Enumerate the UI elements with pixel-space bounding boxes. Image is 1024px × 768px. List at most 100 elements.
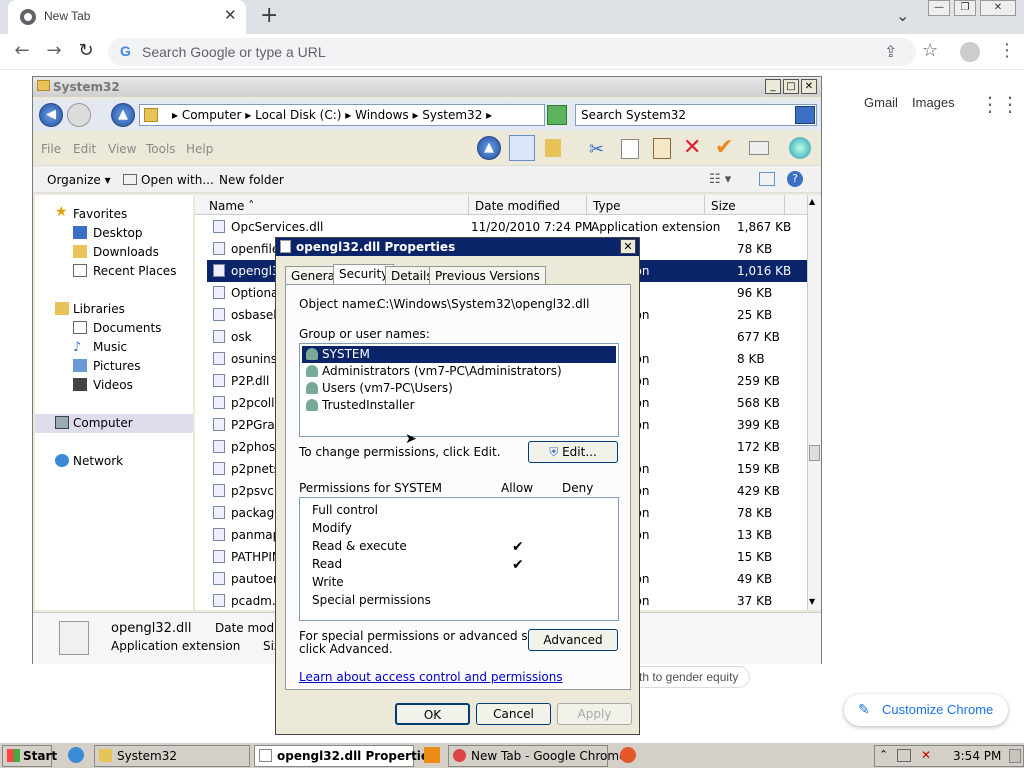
taskbar-item-chrome[interactable]: New Tab - Google Chrome — [448, 745, 626, 767]
learn-link[interactable]: Learn about access control and permissio… — [299, 670, 563, 684]
globe-icon[interactable] — [789, 137, 811, 159]
show-desktop-button[interactable] — [1009, 749, 1021, 763]
reload-icon[interactable]: ↻ — [74, 40, 98, 61]
view-options-icon[interactable]: ☷ ▾ — [709, 172, 731, 187]
folder-options-icon[interactable] — [545, 139, 561, 157]
scroll-thumb[interactable] — [809, 445, 820, 461]
scroll-up-icon[interactable]: ▲ — [809, 197, 815, 206]
user-trustedinstaller[interactable]: TrustedInstaller — [302, 397, 616, 414]
search-icon[interactable] — [795, 106, 815, 124]
menu-help[interactable]: Help — [186, 142, 213, 156]
volume-muted-icon[interactable]: ✕ — [921, 748, 931, 762]
tab-close-icon[interactable]: ✕ — [224, 6, 237, 24]
explorer-close-button[interactable]: ✕ — [801, 79, 817, 94]
nav-music[interactable]: ♪ Music — [35, 338, 193, 357]
column-size[interactable]: Size — [705, 195, 785, 215]
cancel-button[interactable]: Cancel — [476, 703, 551, 725]
new-folder-button[interactable]: New folder — [219, 173, 284, 187]
tab-search-icon[interactable]: ⌄ — [896, 6, 909, 25]
libraries-icon — [55, 302, 69, 315]
cut-icon[interactable]: ✂ — [589, 139, 604, 160]
menu-file[interactable]: File — [41, 142, 61, 156]
omnibox[interactable]: G Search Google or type a URL — [108, 38, 916, 66]
explorer-forward-icon[interactable] — [67, 103, 91, 127]
tab-previous-versions[interactable]: Previous Versions — [429, 266, 546, 284]
nav-network[interactable]: Network — [35, 452, 193, 471]
explorer-maximize-button[interactable]: □ — [783, 79, 799, 94]
taskbar-item-properties[interactable]: opengl32.dll Properties — [254, 745, 436, 767]
tray-expand-icon[interactable]: ⌃ — [879, 748, 888, 761]
nav-computer[interactable]: Computer — [35, 414, 193, 433]
explorer-minimize-button[interactable]: _ — [765, 79, 781, 94]
internet-explorer-icon[interactable] — [68, 747, 84, 763]
back-arrow-icon[interactable]: ← — [10, 40, 34, 61]
ok-button[interactable]: OK — [395, 703, 470, 725]
menu-tools[interactable]: Tools — [146, 142, 176, 156]
checkmark-icon[interactable]: ✔ — [715, 135, 733, 160]
scroll-down-icon[interactable]: ▼ — [809, 597, 815, 606]
help-icon[interactable]: ? — [787, 171, 803, 187]
nav-recent-places[interactable]: Recent Places — [35, 262, 193, 281]
table-row[interactable]: OpcServices.dll 11/20/2010 7:24 PM Applica… — [207, 216, 807, 238]
network-tray-icon[interactable] — [897, 749, 911, 762]
tab-new-tab[interactable]: New Tab ✕ — [8, 0, 246, 34]
preview-toggle-icon[interactable] — [759, 172, 775, 186]
object-name-label: Object name: — [299, 297, 380, 311]
file-size: 429 KB — [737, 484, 780, 498]
gmail-link[interactable]: Gmail — [864, 95, 898, 110]
column-date[interactable]: Date modified — [469, 195, 587, 215]
breadcrumb[interactable]: ▸ Computer ▸ Local Disk (C:) ▸ Windows ▸… — [139, 104, 545, 126]
restore-button[interactable]: ❐ — [954, 0, 976, 16]
explorer-address-bar: ◀ ▲ ▸ Computer ▸ Local Disk (C:) ▸ Windo… — [33, 99, 821, 131]
nav-desktop[interactable]: Desktop — [35, 224, 193, 243]
user-system[interactable]: SYSTEM — [302, 346, 616, 363]
explorer-back-icon[interactable]: ◀ — [39, 103, 63, 127]
customize-chrome-button[interactable]: ✎ Customize Chrome — [844, 694, 1008, 726]
new-tab-button[interactable]: + — [260, 3, 278, 28]
delete-icon[interactable]: ✕ — [683, 135, 701, 160]
nav-videos[interactable]: Videos — [35, 376, 193, 395]
user-users[interactable]: Users (vm7-PC\Users) — [302, 380, 616, 397]
properties-icon[interactable] — [749, 141, 769, 155]
start-button[interactable]: Start — [2, 745, 57, 767]
column-type[interactable]: Type — [587, 195, 705, 215]
forward-arrow-icon[interactable]: → — [42, 40, 66, 61]
close-window-button[interactable]: ✕ — [980, 0, 1016, 16]
user-administrators[interactable]: Administrators (vm7-PC\Administrators) — [302, 363, 616, 380]
organize-button[interactable]: Organize ▾ — [47, 173, 111, 187]
open-with-button[interactable]: Open with... — [141, 173, 214, 187]
profile-avatar[interactable] — [960, 42, 980, 62]
google-apps-icon[interactable]: ⋮⋮⋮ — [980, 92, 1024, 116]
minimize-button[interactable]: — — [928, 0, 950, 16]
users-list[interactable]: SYSTEM Administrators (vm7-PC\Administra… — [299, 343, 619, 437]
toolbar-up-icon[interactable]: ▲ — [477, 136, 501, 160]
refresh-icon[interactable] — [547, 105, 567, 125]
bookmark-star-icon[interactable]: ☆ — [922, 40, 938, 61]
images-link[interactable]: Images — [912, 95, 955, 110]
paste-icon[interactable] — [653, 138, 671, 159]
nav-favorites[interactable]: ★ Favorites — [35, 204, 193, 224]
preview-pane-icon[interactable] — [509, 135, 535, 161]
nav-downloads[interactable]: Downloads — [35, 243, 193, 262]
media-player-icon[interactable] — [424, 747, 440, 763]
nav-pictures[interactable]: Pictures — [35, 357, 193, 376]
share-icon[interactable]: ⇪ — [884, 42, 897, 61]
nav-documents[interactable]: Documents — [35, 319, 193, 338]
search-input[interactable]: Search System32 — [575, 104, 817, 126]
menu-edit[interactable]: Edit — [73, 142, 96, 156]
firefox-icon[interactable] — [620, 747, 636, 763]
edit-button[interactable]: ⛨ Edit... — [528, 441, 618, 463]
apply-button[interactable]: Apply — [557, 703, 632, 725]
ntp-promo-chip[interactable]: th to gender equity — [628, 666, 750, 688]
column-name[interactable]: Name ˄ — [195, 195, 469, 215]
menu-view[interactable]: View — [108, 142, 136, 156]
explorer-up-icon[interactable]: ▲ — [111, 103, 135, 127]
dialog-close-button[interactable]: ✕ — [620, 239, 636, 254]
file-list-scrollbar[interactable]: ▲ ▼ — [807, 195, 821, 610]
taskbar-item-system32[interactable]: System32 — [94, 745, 250, 767]
chrome-menu-icon[interactable]: ⋮ — [998, 40, 1016, 61]
clock[interactable]: 3:54 PM — [953, 749, 1001, 763]
advanced-button[interactable]: Advanced — [528, 629, 618, 651]
copy-icon[interactable] — [621, 139, 639, 159]
nav-libraries[interactable]: Libraries — [35, 300, 193, 319]
